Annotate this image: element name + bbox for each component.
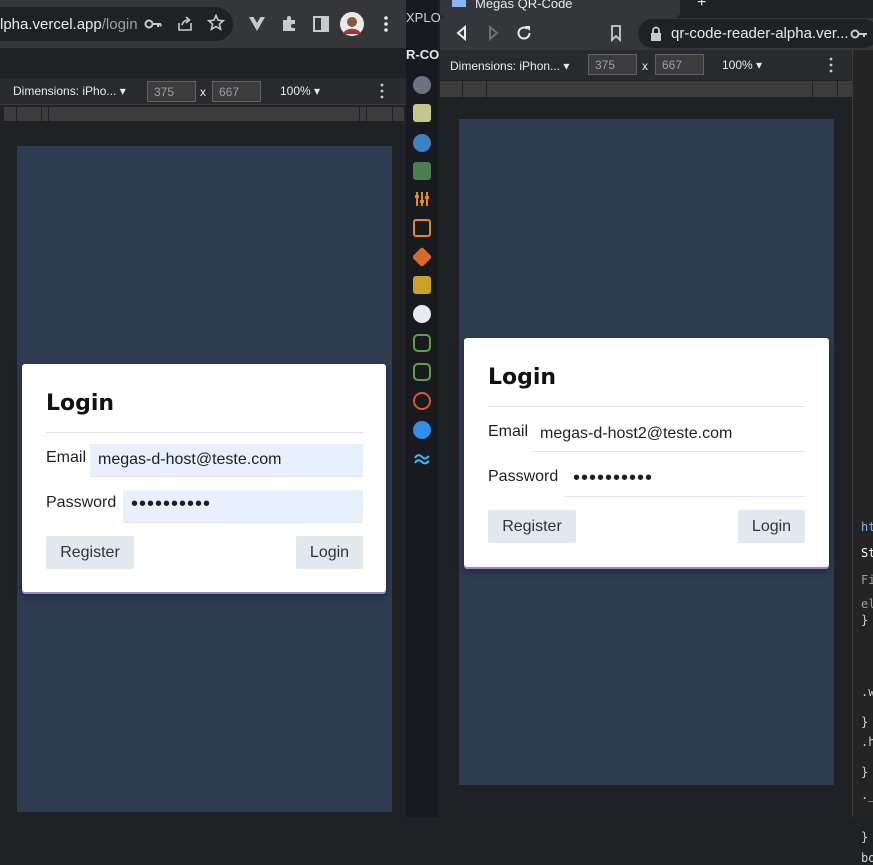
login-button-right[interactable]: Login <box>738 510 805 543</box>
dimensions-dropdown-right[interactable]: Dimensions: iPhon... ▾ <box>450 59 569 73</box>
width-input[interactable]: 375 <box>147 81 196 102</box>
tailwind-icon[interactable] <box>413 450 431 468</box>
settings-icon[interactable] <box>413 392 431 410</box>
right-url-text[interactable]: qr-code-reader-alpha.ver... <box>671 25 849 42</box>
email-field-right[interactable]: megas-d-host2@teste.com <box>532 418 805 452</box>
project-label: R-CO <box>406 47 440 62</box>
card-divider <box>46 432 363 433</box>
zoom-dropdown[interactable]: 100% ▾ <box>280 84 320 98</box>
height-input-right[interactable]: 667 <box>655 54 704 75</box>
password-field[interactable]: •••••••••• <box>123 490 363 523</box>
lock-icon <box>649 26 669 46</box>
devtools-line: } <box>861 613 869 627</box>
login-title-right: Login <box>488 365 557 390</box>
side-panel-icon[interactable] <box>311 14 331 34</box>
email-label: Email <box>46 449 87 466</box>
extensions-puzzle-icon[interactable] <box>279 14 299 34</box>
devtools-line: el <box>861 597 873 611</box>
password-field-right[interactable]: •••••••••• <box>565 464 805 497</box>
device-more-icon-right[interactable] <box>823 56 843 76</box>
info-icon[interactable] <box>413 421 431 439</box>
js-file-icon[interactable] <box>413 276 431 294</box>
tab-title: Megas QR-Code <box>475 0 573 11</box>
url-host: lpha.vercel.app <box>0 16 102 33</box>
media-query-ruler-right <box>440 81 852 97</box>
more-menu-icon[interactable] <box>376 14 396 34</box>
back-icon[interactable] <box>453 24 473 44</box>
left-devtools-gap <box>0 48 406 78</box>
nextjs-icon[interactable] <box>413 305 431 323</box>
bookmark-star-icon[interactable] <box>206 13 226 33</box>
key-icon[interactable] <box>143 14 163 34</box>
zoom-dropdown-right[interactable]: 100% ▾ <box>722 58 762 72</box>
email-field[interactable]: megas-d-host@teste.com <box>90 444 363 477</box>
devtools-panel-edge: ht St Fi el } .w } .h } ._ } bo <box>852 50 873 865</box>
devtools-line: .h <box>861 735 873 749</box>
key-icon-right[interactable] <box>849 25 869 45</box>
login-button[interactable]: Login <box>296 536 363 569</box>
devtools-line: } <box>861 715 869 729</box>
dimensions-dropdown[interactable]: Dimensions: iPho... ▾ <box>13 84 126 98</box>
devtools-line: bo <box>861 851 873 865</box>
devtools-line: } <box>861 830 869 844</box>
vue-devtools-icon[interactable] <box>247 14 267 34</box>
reload-icon[interactable] <box>515 24 535 44</box>
folder-icon[interactable] <box>413 104 431 122</box>
devtools-filter[interactable]: Fi <box>861 573 873 587</box>
sliders-icon[interactable] <box>413 190 431 208</box>
share-icon[interactable] <box>175 14 195 34</box>
devtools-line: ._ <box>861 788 873 802</box>
code-folder-icon[interactable] <box>413 162 431 180</box>
card-divider-right <box>488 406 805 407</box>
forward-icon[interactable] <box>484 24 504 44</box>
next-folder-icon[interactable] <box>413 76 431 94</box>
times-symbol-right: x <box>642 59 648 73</box>
width-input-right[interactable]: 375 <box>588 54 637 75</box>
devtools-tab-styles[interactable]: St <box>861 546 873 560</box>
devtools-line: .w <box>861 685 873 699</box>
nodejs-icon[interactable] <box>413 334 431 352</box>
bookmark-icon[interactable] <box>607 24 627 44</box>
times-symbol: x <box>200 85 206 99</box>
qr-favicon-icon <box>452 0 466 7</box>
password-label: Password <box>46 494 117 511</box>
left-login-card: Login Email megas-d-host@teste.com Passw… <box>22 364 386 592</box>
right-login-card: Login Email megas-d-host2@teste.com Pass… <box>464 338 829 567</box>
profile-avatar[interactable] <box>340 12 364 36</box>
height-input[interactable]: 667 <box>212 81 261 102</box>
register-button-right[interactable]: Register <box>488 510 576 543</box>
email-label-right: Email <box>488 423 529 440</box>
register-button[interactable]: Register <box>46 536 134 569</box>
media-query-ruler <box>4 107 404 121</box>
login-title: Login <box>46 391 115 416</box>
terminal-icon[interactable] <box>413 219 431 237</box>
globe-folder-icon[interactable] <box>413 134 431 152</box>
left-url-text[interactable]: lpha.vercel.app/login <box>0 16 138 33</box>
password-label-right: Password <box>488 468 559 485</box>
url-path: /login <box>101 16 138 33</box>
new-tab-icon[interactable]: + <box>697 0 706 12</box>
nodejs-icon-2[interactable] <box>413 363 431 381</box>
devtools-line: ht <box>861 520 873 534</box>
device-more-icon[interactable] <box>374 82 394 102</box>
devtools-line: } <box>861 765 869 779</box>
